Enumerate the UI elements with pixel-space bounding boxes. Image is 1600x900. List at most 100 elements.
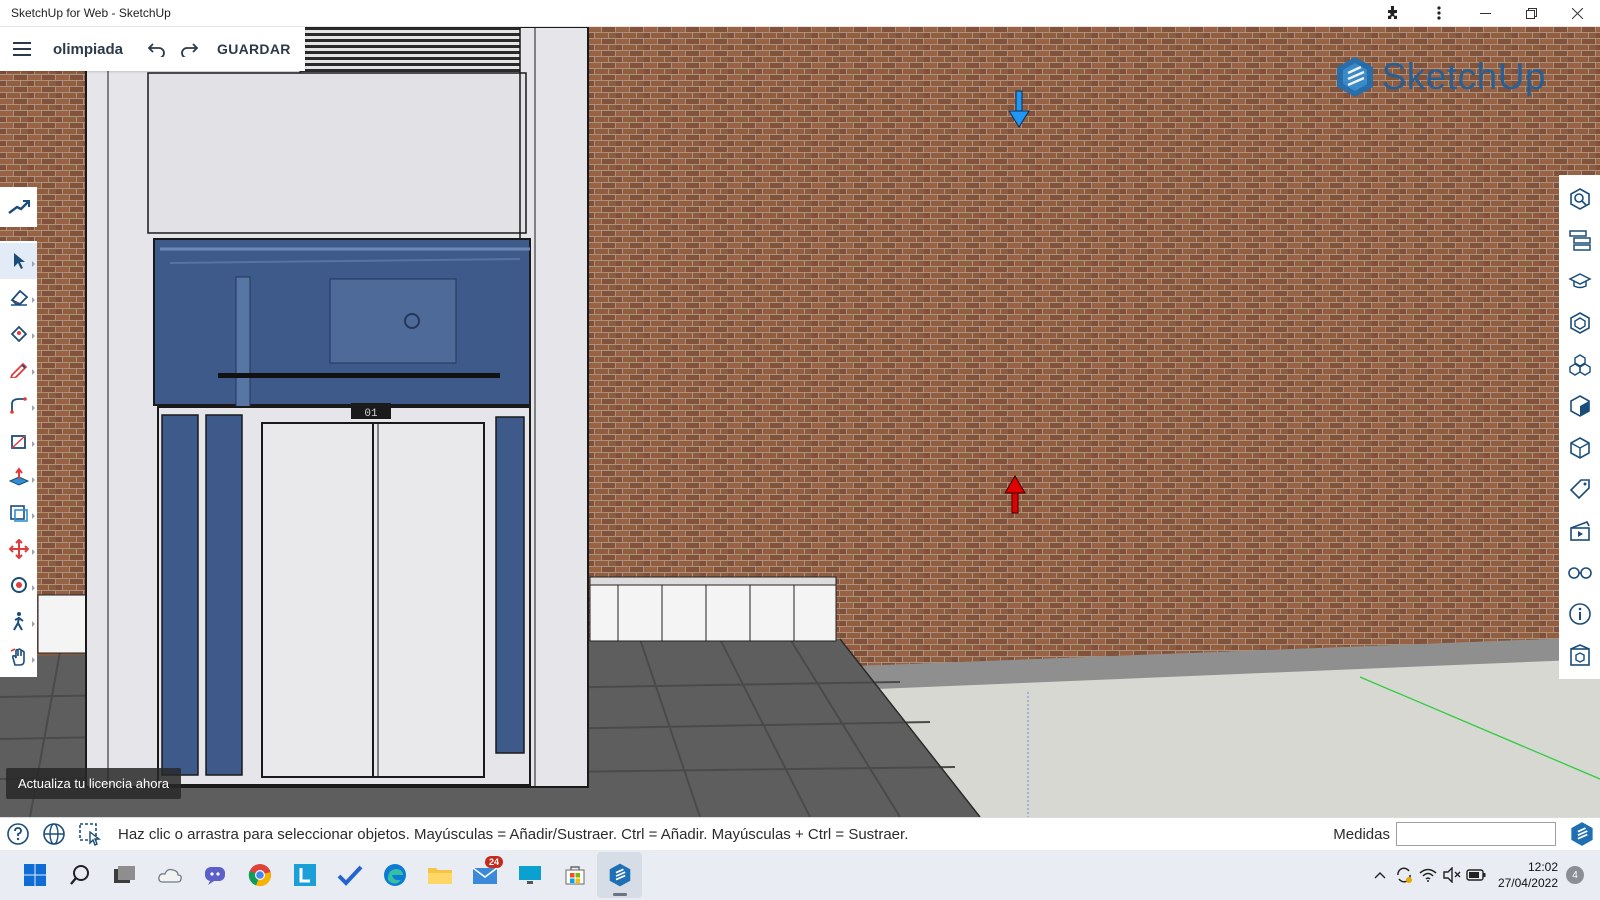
eraser-icon [10, 289, 28, 306]
walk-icon [12, 612, 24, 631]
selection-hint-icon[interactable] [72, 818, 108, 851]
sketchup-logo-icon [1336, 57, 1373, 97]
rectangle-icon [10, 435, 26, 449]
tray-chevron-up-icon[interactable] [1368, 850, 1392, 900]
redo-icon[interactable] [173, 27, 205, 71]
measurements-label: Medidas [1333, 825, 1390, 843]
pencil-icon [9, 362, 27, 378]
materials-panel-button[interactable] [1559, 303, 1600, 345]
baseboard-right[interactable] [589, 576, 837, 642]
mail-icon[interactable]: 24 [462, 852, 507, 898]
tray-sync-icon[interactable] [1392, 850, 1416, 900]
close-icon[interactable] [1554, 0, 1600, 27]
scenes-layers-panel-button[interactable] [1559, 427, 1600, 469]
volume-muted-icon[interactable] [1440, 850, 1464, 900]
windows-taskbar: 24 12:02 27/04/2022 4 [0, 850, 1600, 900]
more-vertical-icon[interactable] [1416, 0, 1462, 27]
select-tool[interactable] [0, 243, 37, 279]
arc-icon [9, 397, 27, 414]
styles-icon [1569, 395, 1590, 418]
globe-icon[interactable] [36, 818, 72, 851]
edge-icon[interactable] [372, 852, 417, 898]
move-icon [8, 539, 29, 559]
move-tool[interactable] [0, 531, 37, 567]
clapperboard-icon [1569, 520, 1590, 541]
components-icon [1568, 353, 1591, 376]
materials-icon [1569, 312, 1590, 335]
pencil-tool[interactable] [0, 351, 37, 387]
tags-panel-button[interactable] [1559, 469, 1600, 511]
styles-panel-button[interactable] [1559, 386, 1600, 428]
remote-desktop-icon[interactable] [507, 852, 552, 898]
offset-tool[interactable] [0, 495, 37, 531]
cube-layers-icon [1569, 436, 1590, 459]
outliner-icon [1568, 230, 1591, 251]
floor-indicator: 01 [364, 408, 378, 420]
push-pull-tool[interactable] [0, 459, 37, 495]
l-app-icon[interactable] [282, 852, 327, 898]
push-pull-icon [8, 467, 29, 486]
clock-time: 12:02 [1527, 860, 1558, 874]
search-tool-button[interactable] [0, 187, 37, 227]
graduation-cap-icon [1567, 272, 1592, 288]
3d-viewport[interactable]: 01 olimpiada GUARDAR SketchUp Actualiza … [0, 27, 1600, 817]
onedrive-icon[interactable] [147, 852, 192, 898]
pan-tool[interactable] [0, 639, 37, 675]
instructor-panel-button[interactable] [1559, 261, 1600, 303]
eraser-tool[interactable] [0, 279, 37, 315]
sketchup-taskbar-icon[interactable] [597, 852, 642, 898]
hamburger-menu-icon[interactable] [0, 27, 44, 71]
todo-check-icon[interactable] [327, 852, 372, 898]
right-panel-toolbar [1559, 175, 1600, 679]
paint-bucket-tool[interactable] [0, 315, 37, 351]
glasses-icon [1567, 567, 1592, 580]
update-license-notice[interactable]: Actualiza tu licencia ahora [6, 768, 182, 799]
orbit-tool[interactable] [0, 567, 37, 603]
offset-icon [9, 505, 28, 522]
status-message: Haz clic o arrastra para seleccionar obj… [118, 825, 909, 843]
wifi-icon[interactable] [1416, 850, 1440, 900]
elevator-glass-machine-room[interactable] [153, 238, 531, 408]
entity-info-panel-button[interactable] [1559, 178, 1600, 220]
rectangle-tool[interactable] [0, 423, 37, 459]
tag-icon [1569, 479, 1590, 500]
window-title: SketchUp for Web - SketchUp [11, 6, 171, 20]
battery-icon[interactable] [1464, 850, 1488, 900]
window-title-bar: SketchUp for Web - SketchUp [0, 0, 1600, 27]
file-name[interactable]: olimpiada [53, 41, 123, 58]
measurements-input[interactable] [1396, 822, 1556, 846]
file-explorer-icon[interactable] [417, 852, 462, 898]
system-clock[interactable]: 12:02 27/04/2022 [1498, 859, 1558, 891]
save-button[interactable]: GUARDAR [217, 41, 291, 57]
walk-tool[interactable] [0, 603, 37, 639]
start-button-icon[interactable] [12, 852, 57, 898]
chrome-icon[interactable] [237, 852, 282, 898]
logo-wordmark: SketchUp [1381, 56, 1546, 97]
teams-chat-icon[interactable] [192, 852, 237, 898]
undo-icon[interactable] [141, 27, 173, 71]
model-scene[interactable]: 01 [0, 27, 1600, 817]
components-panel-button[interactable] [1559, 344, 1600, 386]
scenes-panel-button[interactable] [1559, 510, 1600, 552]
elevator-car-front[interactable] [157, 403, 531, 786]
help-icon[interactable] [0, 818, 36, 851]
orbit-icon [10, 577, 27, 593]
display-panel-button[interactable] [1559, 552, 1600, 594]
extensions-icon[interactable] [1370, 0, 1416, 27]
system-tray: 12:02 27/04/2022 4 [1368, 850, 1600, 900]
restore-icon[interactable] [1508, 0, 1554, 27]
3d-warehouse-panel-button[interactable] [1559, 635, 1600, 677]
minimize-icon[interactable] [1462, 0, 1508, 27]
pan-hand-icon [10, 648, 25, 666]
sketchup-status-logo-icon[interactable] [1564, 818, 1600, 851]
store-icon[interactable] [552, 852, 597, 898]
outliner-panel-button[interactable] [1559, 220, 1600, 262]
model-info-panel-button[interactable] [1559, 593, 1600, 635]
left-toolbar [0, 187, 37, 677]
task-view-icon[interactable] [102, 852, 147, 898]
notification-count-badge[interactable]: 4 [1566, 866, 1584, 884]
status-bar: Haz clic o arrastra para seleccionar obj… [0, 817, 1600, 850]
taskbar-search-icon[interactable] [57, 852, 102, 898]
arc-tool[interactable] [0, 387, 37, 423]
warehouse-icon [1569, 644, 1590, 667]
